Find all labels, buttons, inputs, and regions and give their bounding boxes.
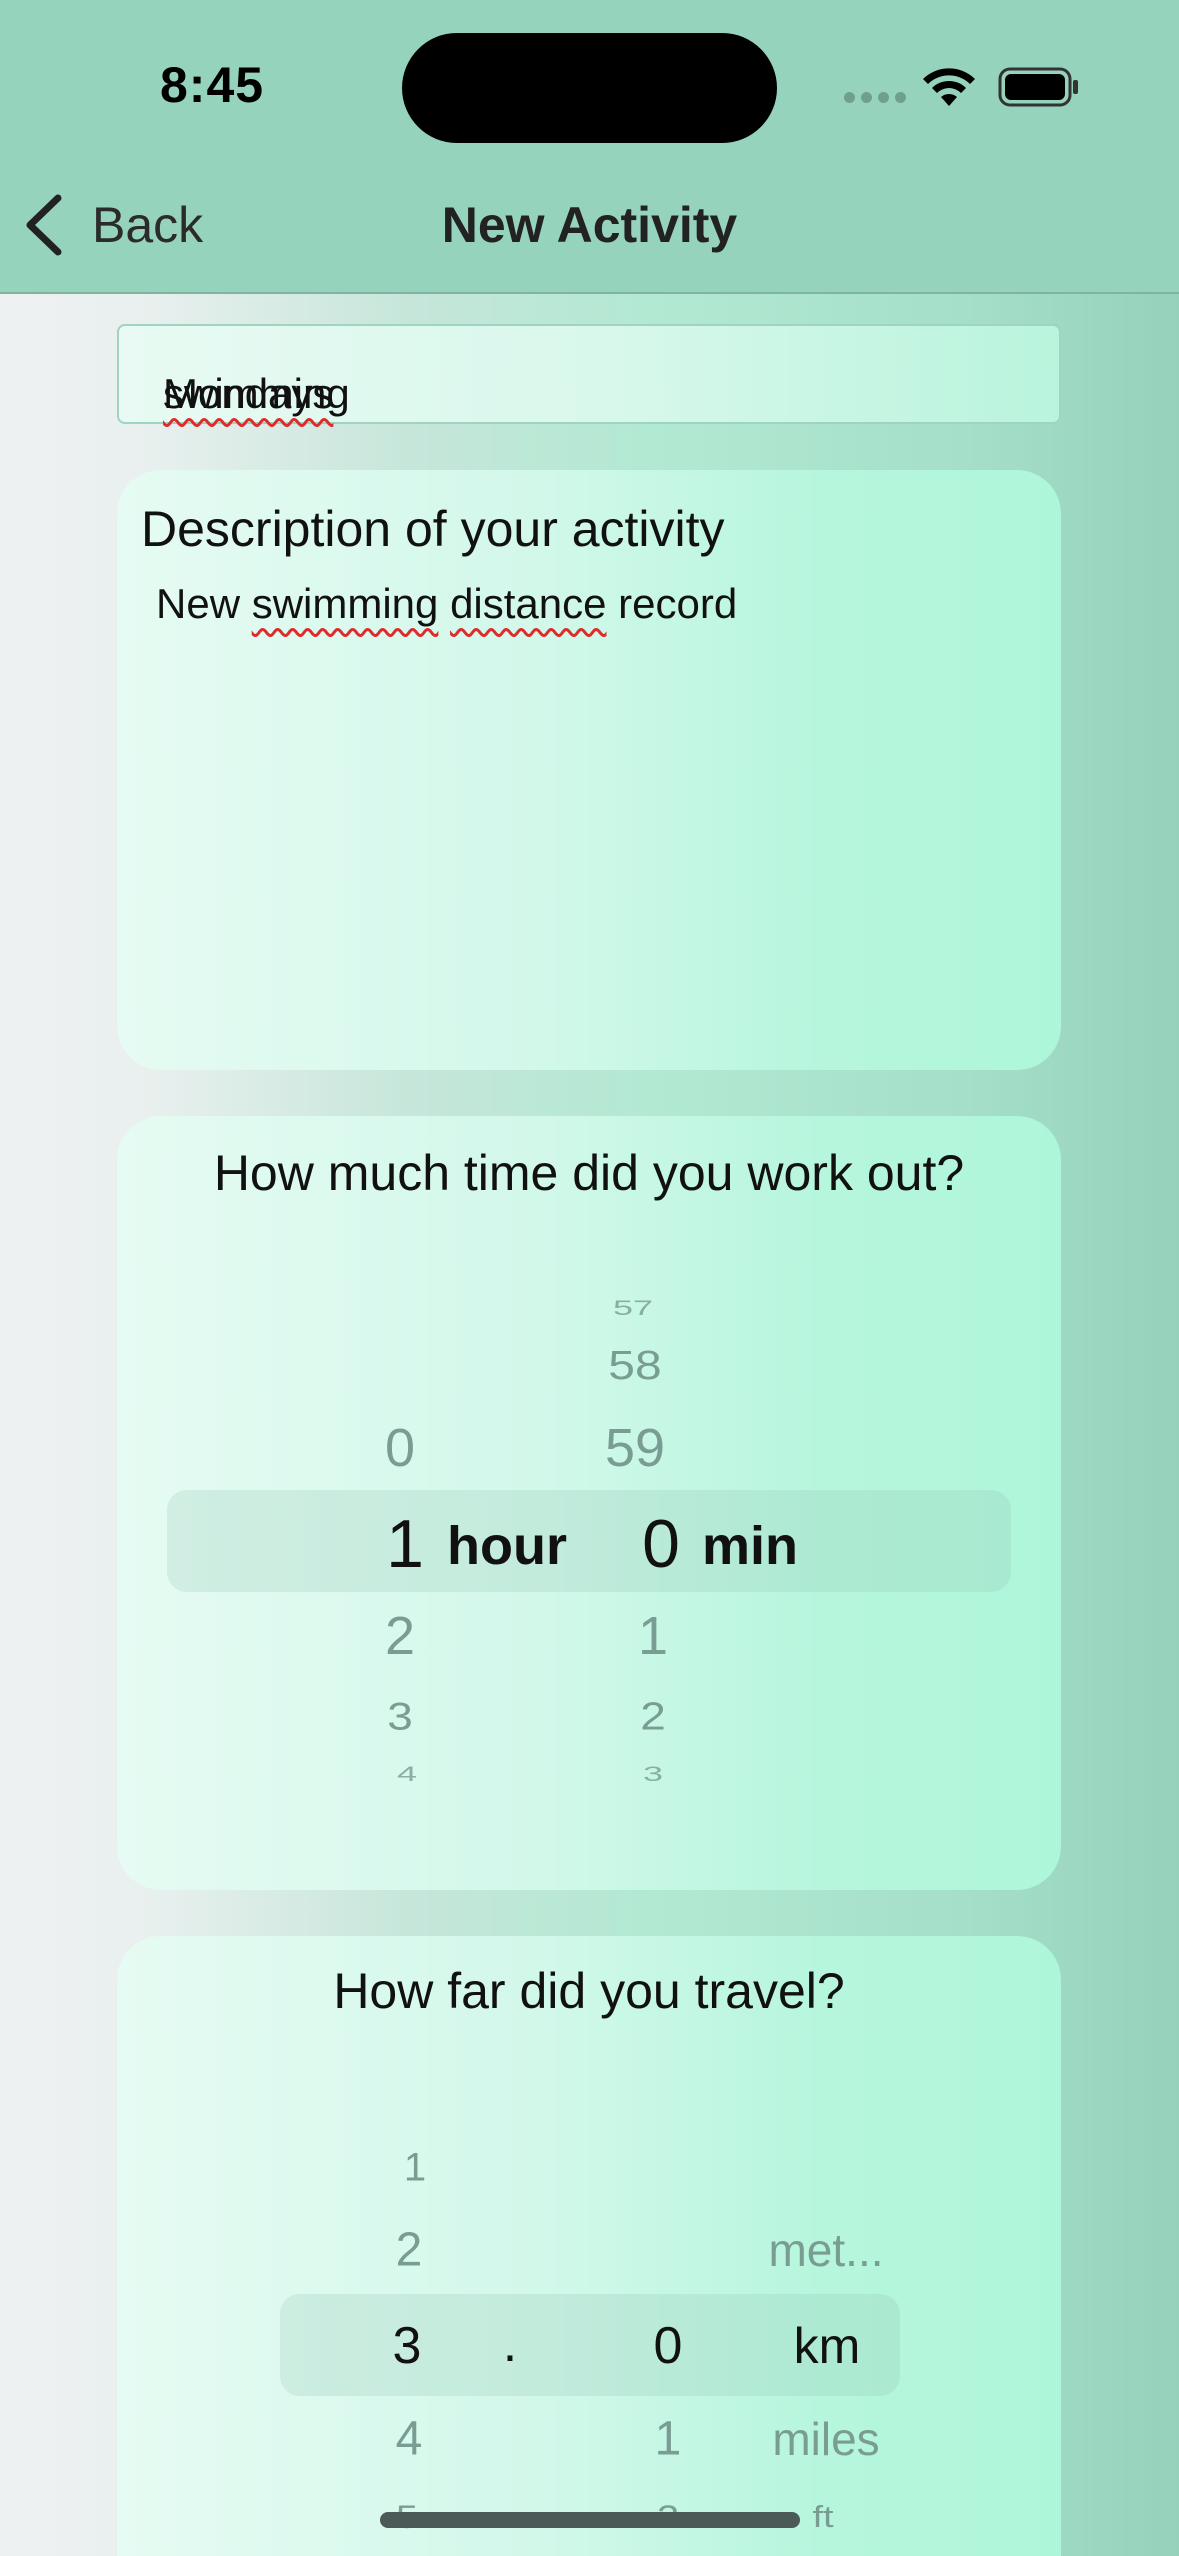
distance-whole-option[interactable]: 4 xyxy=(396,2412,423,2467)
desc-word: New xyxy=(156,580,241,627)
navigation-bar: 8:45 Back New Activity xyxy=(0,0,1179,294)
cellular-signal-icon xyxy=(844,92,906,104)
minute-unit-label: min xyxy=(702,1516,799,1576)
page-title: New Activity xyxy=(441,197,738,253)
minute-option[interactable]: 1 xyxy=(638,1605,668,1667)
time-question: How much time did you work out? xyxy=(213,1145,965,1201)
distance-whole-option[interactable]: 2 xyxy=(396,2223,423,2278)
wifi-icon xyxy=(923,68,975,106)
misspelled-word: swimming xyxy=(251,580,439,627)
time-picker-card: How much time did you work out? 0 1 hour… xyxy=(117,1116,1061,1890)
distance-question: How far did you travel? xyxy=(333,1963,845,2019)
status-time: 8:45 xyxy=(160,57,265,113)
minute-selected[interactable]: 0 xyxy=(642,1505,680,1583)
minute-option[interactable]: 58 xyxy=(608,1343,661,1390)
desc-word: record xyxy=(618,580,738,627)
distance-decimal-selected[interactable]: 0 xyxy=(654,2316,683,2376)
distance-unit-option[interactable]: miles xyxy=(772,2412,879,2466)
distance-whole-selected[interactable]: 3 xyxy=(393,2316,422,2376)
misspelled-word: distance xyxy=(450,580,607,627)
battery-icon xyxy=(998,67,1078,107)
new-activity-screen: 8:45 Back New Activity Mondays swimming … xyxy=(0,0,1179,2556)
hour-selected[interactable]: 1 xyxy=(386,1505,424,1583)
minute-option[interactable]: 3 xyxy=(643,1761,663,1786)
distance-unit-option[interactable]: ft xyxy=(812,2501,833,2535)
dynamic-island xyxy=(402,33,777,143)
hour-option[interactable]: 4 xyxy=(397,1761,417,1786)
description-text: New swimming distance record xyxy=(156,580,737,628)
home-indicator[interactable] xyxy=(380,2512,800,2528)
distance-unit-selected[interactable]: km xyxy=(794,2317,861,2375)
minute-option[interactable]: 2 xyxy=(640,1693,666,1739)
hour-option[interactable]: 0 xyxy=(385,1417,415,1479)
hour-option[interactable]: 3 xyxy=(387,1693,413,1739)
decimal-separator: . xyxy=(502,2315,518,2373)
minute-option[interactable]: 57 xyxy=(613,1295,653,1320)
activity-title-input[interactable]: Mondays swimming xyxy=(117,324,1061,424)
time-selection-band xyxy=(167,1490,1011,1592)
description-field[interactable]: Description of your activity New swimmin… xyxy=(117,470,1061,1070)
hour-option[interactable]: 2 xyxy=(385,1605,415,1667)
distance-picker-card: How far did you travel? 1 2 3 4 5 . 0 1 … xyxy=(117,1936,1061,2556)
distance-whole-option[interactable]: 1 xyxy=(404,2146,426,2191)
description-label: Description of your activity xyxy=(141,501,725,557)
distance-decimal-option[interactable]: 1 xyxy=(655,2412,682,2467)
minute-option[interactable]: 59 xyxy=(605,1417,665,1479)
hour-unit-label: hour xyxy=(447,1516,567,1576)
title-word: swimming xyxy=(163,370,350,417)
distance-unit-option[interactable]: met... xyxy=(768,2223,883,2277)
